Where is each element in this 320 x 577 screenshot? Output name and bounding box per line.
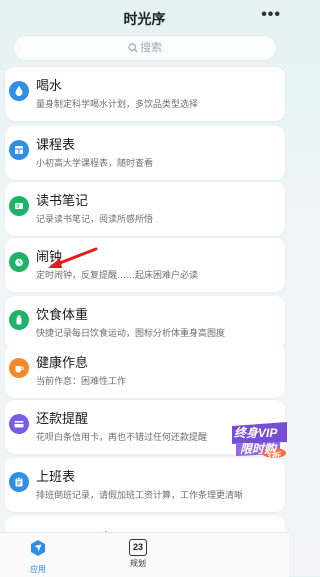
annotation-arrow-icon — [48, 247, 98, 268]
page-title: 时光序 — [123, 11, 166, 27]
app-name: 读书笔记 — [36, 193, 89, 208]
app-name: 健康作息 — [36, 355, 89, 370]
calendar-grid-icon — [9, 140, 29, 160]
cup-icon — [9, 358, 29, 378]
app-card-healthy-routine[interactable]: 健康作息 当前作息：困难性工作 — [5, 344, 285, 398]
app-name: 上班表 — [36, 469, 76, 484]
app-name: 还款提醒 — [36, 411, 89, 426]
app-name: 课程表 — [36, 137, 76, 152]
app-desc: 当前作息：困难性工作 — [36, 376, 127, 386]
app-desc: 小初高大学课程表，随时查看 — [36, 158, 154, 168]
alarm-clock-icon — [9, 252, 29, 272]
search-icon — [128, 43, 138, 53]
clipboard-icon — [9, 472, 29, 492]
app-name: 饮食体重 — [36, 307, 89, 322]
app-card-timetable[interactable]: 课程表 小初高大学课程表，随时查看 — [5, 126, 285, 180]
app-card-water[interactable]: 喝水 量身制定科学喝水计划，多饮品类型选择 — [5, 67, 285, 121]
water-drop-icon — [9, 81, 29, 101]
tab-plan[interactable]: 23 规划 — [118, 539, 158, 569]
app-name: 喝水 — [36, 78, 63, 93]
app-desc: 记录读书笔记，阅读所感所悟 — [36, 214, 154, 224]
app-desc: 排班倒班记录，请假加班工资计算，工作条理更清晰 — [36, 490, 244, 500]
app-card-shift-schedule[interactable]: 上班表 排班倒班记录，请假加班工资计算，工作条理更清晰 — [5, 458, 285, 512]
credit-card-icon — [9, 414, 29, 434]
promo-line1: 终身VIP — [234, 426, 278, 440]
app-desc: 量身制定科学喝水计划，多饮品类型选择 — [36, 99, 199, 109]
more-dots-icon[interactable]: ••• — [261, 6, 281, 24]
promo-badge: 3折 — [266, 451, 281, 461]
calendar-number: 23 — [132, 542, 143, 552]
tab-label: 规划 — [130, 559, 146, 568]
search-bar[interactable]: 搜索 — [14, 36, 276, 60]
app-card-diet-weight[interactable]: 饮食体重 快捷记录每日饮食运动，图标分析体重身高图度 — [5, 296, 285, 350]
app-desc: 花呗白条信用卡，再也不错过任何还款提醒 — [36, 432, 208, 442]
note-icon — [9, 196, 29, 216]
app-desc: 快捷记录每日饮食运动，图标分析体重身高图度 — [36, 328, 226, 338]
tab-label: 应用 — [30, 565, 46, 574]
app-nav-icon — [31, 540, 45, 556]
app-card-reading-notes[interactable]: 读书笔记 记录读书笔记，阅读所感所悟 — [5, 182, 285, 236]
bottle-icon — [9, 310, 29, 330]
bottom-tab-bar: 应用 23 规划 — [0, 532, 289, 577]
vip-promo-banner[interactable]: 终身VIP 限时购 3折 — [230, 420, 289, 461]
calendar-23-icon: 23 — [129, 539, 147, 556]
header: 时光序 ••• — [0, 0, 289, 36]
tab-apps[interactable]: 应用 — [18, 539, 58, 575]
search-placeholder: 搜索 — [140, 42, 162, 54]
